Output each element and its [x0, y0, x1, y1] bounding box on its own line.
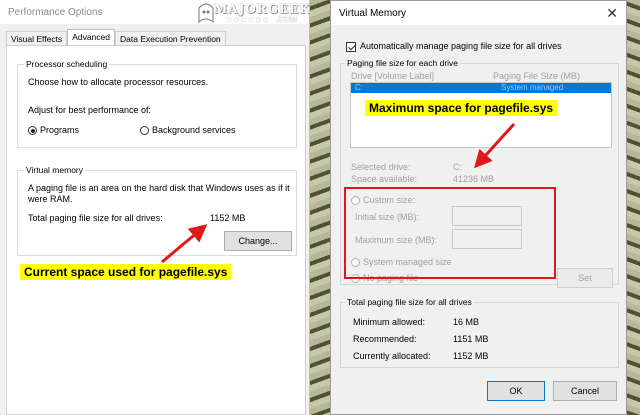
column-drive-header: Drive [Volume Label] — [351, 71, 435, 81]
space-available-label: Space available: — [351, 174, 418, 184]
drive-paging-size: System managed — [501, 83, 564, 92]
recommended-value: 1151 MB — [453, 334, 489, 344]
set-button[interactable]: Set — [557, 268, 613, 288]
virtual-memory-label: Virtual memory — [24, 165, 85, 175]
adjust-for-label: Adjust for best performance of: — [28, 105, 152, 115]
drive-letter: C: — [355, 83, 363, 92]
processor-scheduling-group: Processor scheduling Choose how to alloc… — [17, 59, 297, 148]
virtual-memory-description: A paging file is an area on the hard dis… — [28, 183, 290, 204]
drive-list-row[interactable]: C: System managed — [351, 83, 611, 93]
total-paging-label: Total paging file size for all drives: — [28, 213, 163, 223]
selected-drive-label: Selected drive: — [351, 162, 411, 172]
selected-drive-value: C: — [453, 162, 462, 172]
tab-data-execution-prevention[interactable]: Data Execution Prevention — [115, 31, 226, 45]
column-size-header: Paging File Size (MB) — [493, 71, 581, 81]
paging-file-group-label: Paging file size for each drive — [345, 58, 461, 68]
change-button[interactable]: Change... — [224, 231, 292, 251]
logo-stars: ★★★★★★ — [226, 17, 270, 24]
processor-scheduling-label: Processor scheduling — [24, 59, 110, 69]
tab-visual-effects[interactable]: Visual Effects — [6, 31, 68, 45]
currently-allocated-value: 1152 MB — [453, 351, 489, 361]
auto-manage-checkbox[interactable]: Automatically manage paging file size fo… — [346, 41, 562, 52]
performance-options-window: Performance Options Visual Effects Advan… — [0, 0, 310, 415]
auto-manage-checkbox-indicator[interactable] — [346, 41, 356, 52]
tab-advanced[interactable]: Advanced — [67, 29, 115, 45]
radio-programs-label: Programs — [40, 125, 80, 135]
total-paging-value: 1152 MB — [210, 213, 246, 223]
close-icon[interactable]: ✕ — [606, 5, 618, 22]
space-available-value: 41236 MB — [453, 174, 495, 184]
logo-name: MAJORGEEKS — [214, 2, 321, 16]
radio-background-indicator[interactable] — [140, 126, 149, 136]
minimum-allowed-value: 16 MB — [453, 317, 480, 327]
tab-strip: Visual Effects Advanced Data Execution P… — [6, 29, 226, 45]
vm-window-title: Virtual Memory — [331, 1, 626, 25]
total-paging-group-label: Total paging file size for all drives — [345, 297, 474, 307]
processor-scheduling-description: Choose how to allocate processor resourc… — [28, 77, 209, 87]
ok-button[interactable]: OK — [487, 381, 545, 401]
total-paging-group: Total paging file size for all drives Mi… — [340, 297, 619, 368]
cancel-button[interactable]: Cancel — [553, 381, 617, 401]
radio-background-services[interactable]: Background services — [140, 125, 236, 136]
radio-programs-indicator[interactable] — [28, 126, 37, 136]
logo-domain: .COM — [276, 15, 297, 24]
current-space-callout: Current space used for pagefile.sys — [20, 264, 232, 280]
radio-programs[interactable]: Programs — [28, 125, 80, 136]
currently-allocated-label: Currently allocated: — [353, 351, 431, 361]
desktop-background-right — [626, 0, 640, 415]
recommended-label: Recommended: — [353, 334, 417, 344]
majorgeeks-logo: MAJORGEEKS ★★★★★★ .COM — [196, 0, 326, 32]
max-space-callout: Maximum space for pagefile.sys — [365, 100, 558, 116]
radio-background-label: Background services — [152, 125, 236, 135]
custom-size-highlight-box — [344, 187, 556, 279]
auto-manage-label: Automatically manage paging file size fo… — [360, 41, 562, 51]
virtual-memory-group: Virtual memory A paging file is an area … — [17, 165, 297, 256]
majorgeeks-logo-icon — [198, 3, 214, 24]
advanced-tab-page: Processor scheduling Choose how to alloc… — [6, 45, 306, 415]
desktop-background — [310, 0, 330, 415]
minimum-allowed-label: Minimum allowed: — [353, 317, 426, 327]
